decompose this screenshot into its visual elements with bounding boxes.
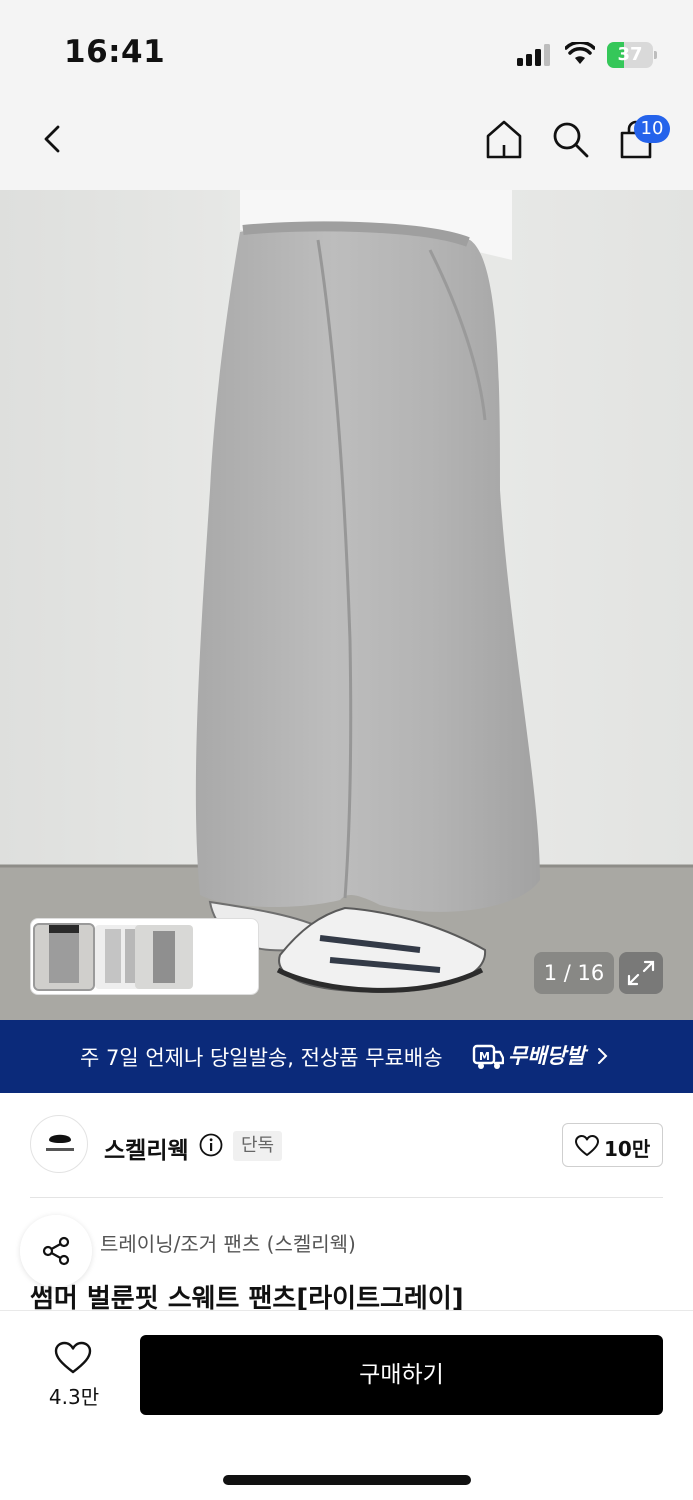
status-bar: 16:41 37 [0, 0, 693, 95]
top-navigation: 10 [0, 95, 693, 190]
cellular-signal-icon [517, 44, 550, 66]
image-page-counter: 1 / 16 [534, 952, 614, 994]
delivery-truck-icon: M [472, 1044, 504, 1069]
brand-like-button[interactable]: 10만 [562, 1123, 663, 1167]
back-arrow-icon[interactable] [32, 117, 76, 161]
thumbnail-image [35, 925, 93, 989]
brand-like-count: 10만 [604, 1137, 651, 1161]
shipping-text: 주 7일 언제나 당일발송, 전상품 무료배송 [80, 1046, 443, 1070]
divider [30, 1197, 663, 1198]
shipping-banner[interactable]: 주 7일 언제나 당일발송, 전상품 무료배송 M 무배당발 [0, 1020, 693, 1093]
product-photo [0, 190, 693, 1020]
battery-level: 37 [617, 44, 643, 65]
heart-icon [575, 1135, 599, 1156]
buy-button[interactable]: 구매하기 [140, 1335, 663, 1415]
share-icon [42, 1236, 70, 1266]
wishlist-button[interactable]: 4.3만 [40, 1337, 108, 1411]
shipping-brand: 무배당발 [508, 1044, 586, 1068]
brand-name[interactable]: 스켈리웩 [104, 1131, 189, 1165]
home-icon[interactable] [482, 117, 526, 161]
battery-indicator: 37 [607, 42, 657, 68]
home-indicator [223, 1475, 471, 1485]
status-time: 16:41 [64, 34, 166, 70]
cart-count-badge: 10 [634, 115, 670, 143]
expand-icon[interactable] [619, 952, 663, 994]
thumbnail-1[interactable] [33, 923, 95, 991]
brand-logo-mark [46, 1134, 74, 1151]
product-category[interactable]: 트레이닝/조거 팬츠 (스켈리웩) [100, 1228, 356, 1257]
thumbnail-strip [30, 918, 259, 995]
search-icon[interactable] [548, 117, 592, 161]
product-image-gallery[interactable]: 1 / 16 [0, 190, 693, 1020]
bottom-action-bar: 4.3만 구매하기 [0, 1310, 693, 1500]
wifi-icon [565, 42, 595, 64]
brand-logo[interactable] [30, 1115, 88, 1173]
info-icon[interactable] [199, 1133, 223, 1157]
thumbnail-3[interactable] [135, 925, 193, 989]
exclusive-badge: 단독 [233, 1131, 283, 1161]
thumbnail-image [135, 925, 193, 989]
brand-row: 스켈리웩 단독 10만 [0, 1093, 693, 1198]
share-button[interactable] [20, 1215, 92, 1287]
battery-body: 37 [607, 42, 653, 68]
wishlist-count: 4.3만 [48, 1385, 100, 1409]
battery-cap [654, 51, 657, 59]
chevron-right-icon [598, 1048, 608, 1064]
svg-text:M: M [479, 1050, 490, 1063]
heart-icon [54, 1341, 92, 1374]
